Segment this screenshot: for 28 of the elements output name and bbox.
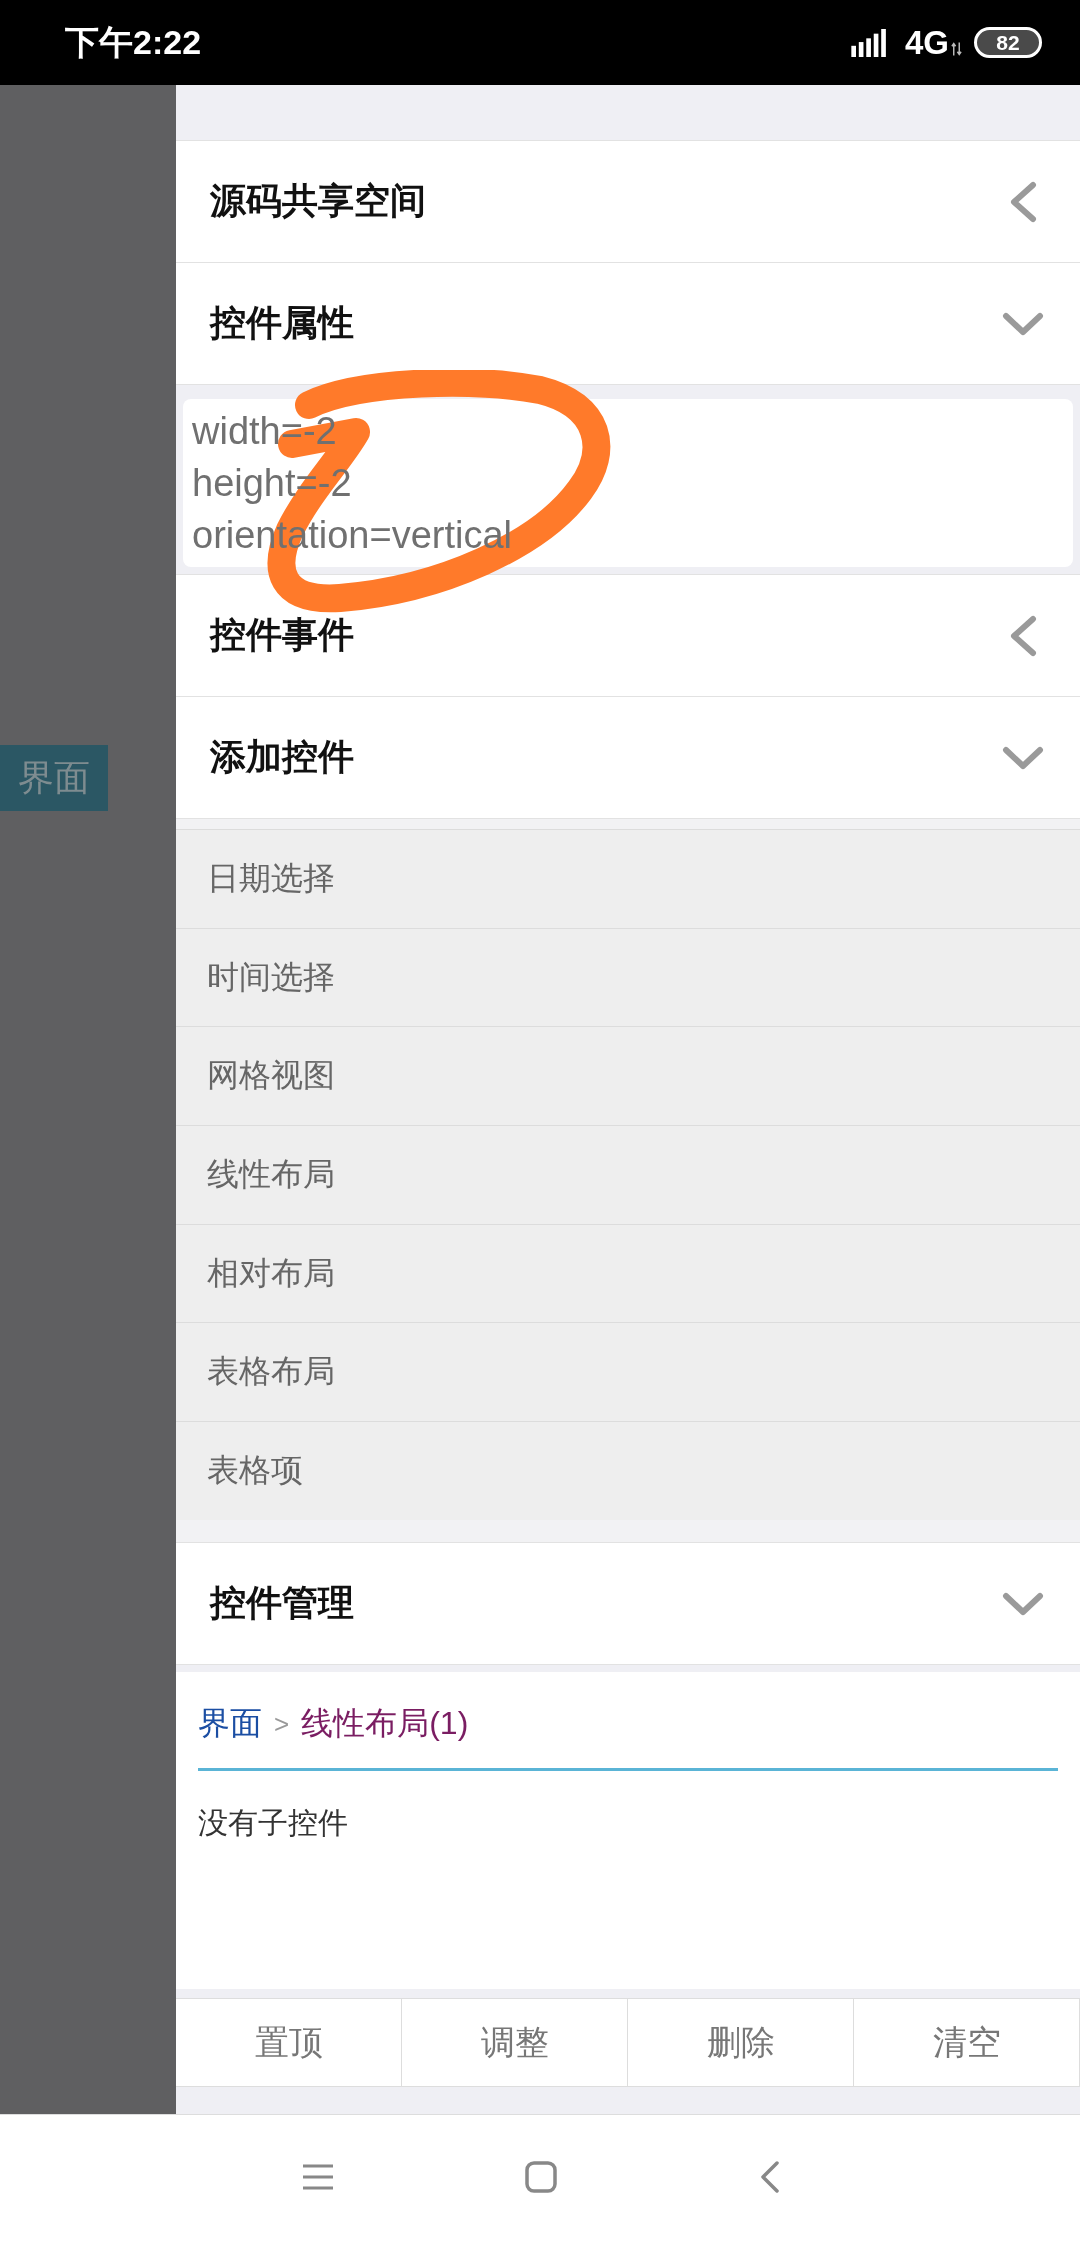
control-list-item[interactable]: 时间选择 <box>176 927 1080 1027</box>
menu-icon[interactable] <box>302 2162 334 2191</box>
section-header[interactable]: 添加控件 <box>176 696 1080 818</box>
breadcrumb-item[interactable]: 线性布局(1) <box>301 1702 469 1746</box>
back-icon[interactable] <box>760 2160 780 2193</box>
section-header[interactable]: 控件事件 <box>176 574 1080 696</box>
control-list-item[interactable]: 相对布局 <box>176 1223 1080 1323</box>
control-list-item[interactable]: 日期选择 <box>176 829 1080 928</box>
control-list-item[interactable]: 表格项 <box>176 1421 1080 1520</box>
square-icon[interactable] <box>525 2160 557 2193</box>
control-list-item[interactable]: 表格布局 <box>176 1322 1080 1422</box>
section-header[interactable]: 源码共享空间 <box>176 140 1080 262</box>
status-time: 下午2:22 <box>65 21 202 63</box>
section-header[interactable]: 控件管理 <box>176 1542 1080 1664</box>
control-list-item[interactable]: 线性布局 <box>176 1125 1080 1224</box>
breadcrumb-separator: > <box>274 1708 290 1740</box>
action-button[interactable]: 置顶 <box>176 1998 402 2087</box>
network-type: 4G <box>904 23 949 62</box>
section-header[interactable]: 控件属性 <box>176 262 1080 384</box>
battery-indicator: 82 <box>974 27 1042 58</box>
action-button[interactable]: 清空 <box>854 1998 1080 2087</box>
breadcrumb-item[interactable]: 界面 <box>198 1702 262 1746</box>
action-button[interactable]: 调整 <box>402 1998 628 2087</box>
control-list-item[interactable]: 网格视图 <box>176 1026 1080 1126</box>
action-button[interactable]: 删除 <box>628 1998 854 2087</box>
signal-icon <box>850 28 889 57</box>
empty-message: 没有子控件 <box>198 1805 349 1841</box>
data-arrows-icon <box>951 41 962 56</box>
